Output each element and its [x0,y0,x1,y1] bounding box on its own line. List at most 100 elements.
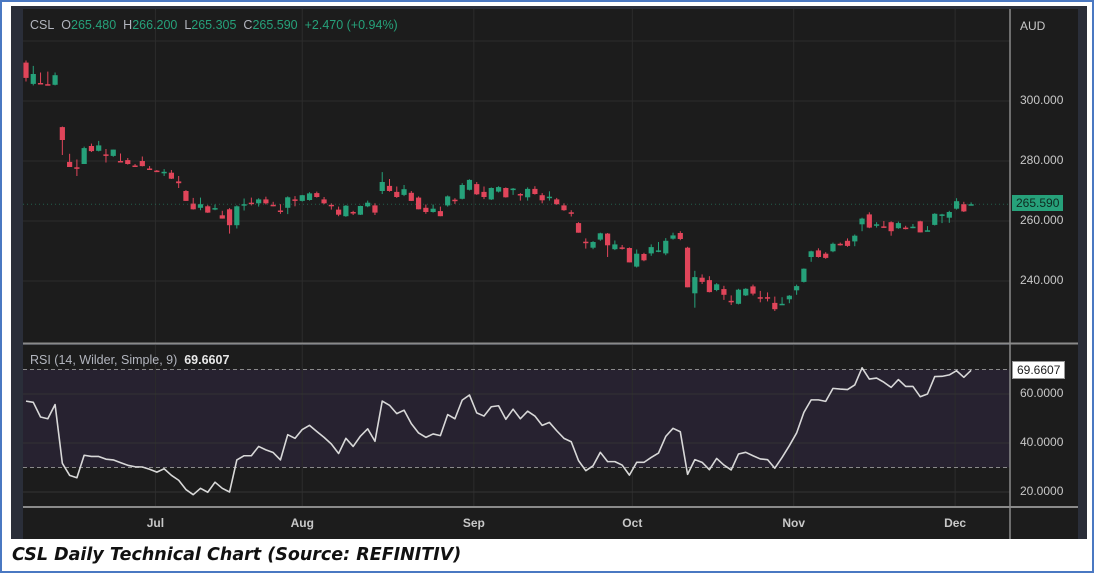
candle-down [125,160,131,164]
candle-down [815,250,822,257]
high-value: 266.200 [132,18,178,32]
candle-down [183,191,189,201]
candle-down [721,289,727,295]
candle-up [161,171,167,174]
candle-down [292,199,298,201]
candle-down [823,253,829,258]
candle-down [706,280,712,293]
candle-up [895,223,901,229]
candle-up [786,295,792,300]
candle-up [692,277,698,294]
candle-up [873,224,880,226]
candle-down [750,286,756,294]
candle-down [837,243,843,246]
candle-up [495,187,502,192]
open-value: 265.480 [71,18,117,32]
candle-down [270,204,276,207]
candle-down [154,170,160,173]
chart-caption: CSL Daily Technical Chart (Source: REFIN… [12,545,462,565]
candle-down [336,209,342,215]
candle-down [205,206,211,213]
candle-down [103,154,109,156]
candle-down [146,168,153,170]
candle-up [285,197,291,208]
candle-down [168,172,174,179]
candle-down [677,233,683,239]
candle-down [517,194,523,196]
month-tick-label: Jul [146,516,165,530]
candle-up [110,149,116,156]
candle-up [953,201,960,209]
month-tick-label: Dec [944,516,967,530]
candle-down [277,210,284,212]
chart-canvas[interactable] [2,2,1094,542]
candle-up [670,235,676,239]
candle-down [263,199,269,204]
candle-down [67,161,73,167]
candle-up [96,145,102,151]
candle-down [961,204,967,212]
candle-down [394,191,400,197]
candle-down [764,297,771,299]
candle-down [626,248,633,263]
candle-up [939,214,945,216]
candle-down [772,302,778,310]
month-tick-label: Aug [290,516,314,530]
candle-down [314,193,320,197]
candle-up [306,193,313,200]
candle-up [612,244,618,250]
candle-down [481,191,487,197]
candle-up [81,148,87,164]
candle-up [714,284,720,290]
candle-down [437,211,443,217]
candle-down [372,205,378,213]
chart-figure: CSL O265.480 H266.200 L265.305 C265.590 … [0,0,1094,573]
month-tick-label: Nov [782,516,806,530]
candle-down [23,62,29,78]
candle-down [866,214,872,228]
rsi-label: RSI (14, Wilder, Simple, 9) [30,353,178,367]
open-key: O [61,18,72,32]
candle-up [597,233,603,240]
rsi-tick-label: 20.0000 [1020,484,1064,498]
candle-up [663,240,669,254]
candle-up [256,199,262,204]
candle-up [430,208,436,212]
candle-up [510,188,516,191]
change-value: +2.470 (+0.94%) [304,18,398,32]
candle-down [132,165,138,167]
candle-up [379,182,385,191]
candle-up [401,189,407,195]
candle-down [619,247,625,249]
candle-up [212,208,218,210]
candle-down [684,247,691,288]
candle-up [794,286,800,291]
candle-down [605,233,611,246]
price-tick-label: 300.000 [1020,93,1064,107]
candle-up [932,213,938,225]
candle-up [241,204,247,206]
candle-up [946,212,952,218]
time-axis [23,508,1010,539]
candle-up [357,206,364,215]
candle-up [859,218,865,225]
candle-up [234,206,240,226]
candle-down [532,188,538,194]
candle-down [881,226,887,228]
candle-down [386,185,393,191]
candle-down [350,212,356,214]
candle-up [466,179,473,190]
candle-up [779,303,785,306]
high-key: H [123,18,133,32]
candle-down [328,204,334,207]
candle-down [561,205,567,211]
candle-down [176,181,182,184]
candle-down [917,221,923,233]
candle-down [59,127,65,140]
currency-label: AUD [1020,19,1046,33]
candle-up [525,188,531,198]
candle-down [728,300,734,303]
candle-up [52,75,58,85]
candle-up [743,288,749,296]
candle-down [408,192,414,201]
